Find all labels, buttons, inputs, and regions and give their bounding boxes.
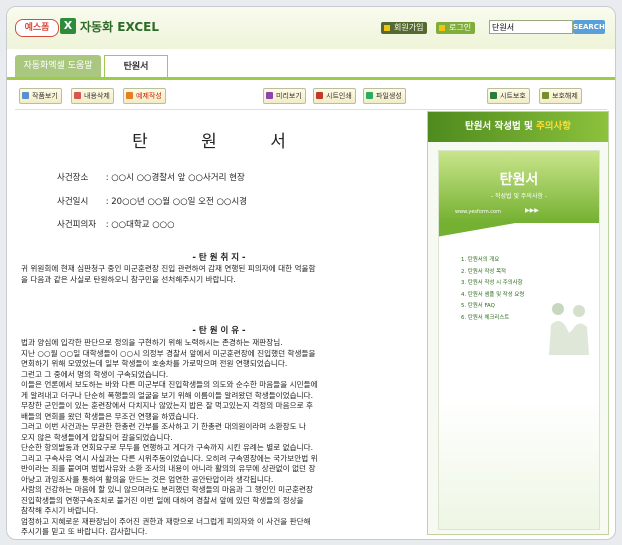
- field-label: 사건장소: [57, 173, 89, 183]
- text-line: 지난 ○○월 ○○일 대학생들이 ○○시 의정부 경찰서 앞에서 미군훈련장에 …: [21, 348, 316, 358]
- text-line: 엄정하고 지혜로운 재판장님이 주어진 권한과 재량으로 너그럽게 피의자와 이…: [21, 516, 311, 526]
- search-input[interactable]: [489, 20, 573, 34]
- clear-content-button[interactable]: 내용삭제: [71, 88, 114, 104]
- write-example-label: 예제작성: [136, 92, 162, 100]
- guide-header-text: 탄원서 작성법 및: [464, 121, 533, 132]
- text-line: 진입학생들의 연행구속조치로 불거진 이번 일에 대하여 경찰서 앞에 있던 학…: [21, 495, 304, 505]
- text-line: 배들의 면회를 왔던 학생들은 무조건 연행을 하였습니다.: [21, 411, 199, 421]
- guide-panel: 탄원서 작성법 및 주의사항 탄원서 - 작성법 및 주의사항 - www.ye…: [427, 111, 609, 535]
- section-reason-text[interactable]: 법과 양심에 입각한 판단으로 정의을 구현하기 위해 노력하시는 존경하는 재…: [21, 338, 417, 538]
- text-line: 주시기를 믿고 또 바랍니다. 감사합니다.: [21, 527, 148, 536]
- text-line: 이들은 언론에서 보도하는 바와 다른 미군부대 진입학생들의 의도와 순수한 …: [21, 380, 318, 389]
- login-label: 로그인: [449, 23, 472, 32]
- text-line: 그리고 구속사유 역시 사실과는 다른 시위주동이었습니다. 오히려 구속영장에…: [21, 453, 318, 463]
- create-file-label: 파일생성: [376, 92, 402, 100]
- text-line: 그러고 이번 사건과는 무관한 한총련 간부를 조사하고 기 한총련 대의원이라…: [21, 422, 307, 431]
- tab-bar: 자동화엑셀 도움말 탄원서: [7, 49, 615, 80]
- view-sample-button[interactable]: 작품보기: [19, 88, 62, 104]
- text-line: 을 다음과 같은 사실로 탄원하오니 참구민을 선처해주시기 바랍니다.: [21, 274, 236, 284]
- field-value[interactable]: : 20○○년 ○○월 ○○일 오전 ○○시경: [106, 197, 247, 207]
- arrows-icon: ▶▶▶: [525, 207, 539, 214]
- text-line: 아냥고 과잉조사를 통하여 활의을 만드는 것은 엄연한 공안탄압이라 생각됩니…: [21, 474, 274, 484]
- square-icon: [384, 25, 390, 31]
- clear-content-label: 내용삭제: [84, 92, 110, 100]
- text-line: 사람의 건강하는 마음에 할 있니 않으며라도 분리했던 학생들의 마음과 그 …: [21, 485, 314, 494]
- section-purpose-title: - 탄 원 취 지 -: [192, 253, 246, 263]
- toc-item: 5. 탄원서 FAQ: [461, 303, 495, 309]
- member-join-label: 회원가입: [394, 23, 424, 32]
- create-file-button[interactable]: 파일생성: [363, 88, 406, 104]
- text-line: 오지 않은 학생들에게 압찰되어 갈을되었습니다.: [21, 432, 173, 442]
- field-value[interactable]: : ○○대학교 ○○○: [106, 220, 175, 230]
- cover-subtitle: - 작성법 및 주의사항 -: [490, 193, 548, 200]
- text-line: 귀 위원회에 현재 심판청구 중인 미군훈련장 진입 관련하여 감재 연행된 피…: [21, 264, 316, 273]
- toc-item: 3. 탄원서 작성 시 주의사항: [461, 280, 523, 286]
- file-icon: [366, 92, 373, 99]
- guide-header-highlight: 주의사항: [536, 121, 572, 132]
- text-line: 면회하기 위해 모였었는데 일부 학생들이 호송차를 가로막으며 전원 연행되었…: [21, 359, 288, 368]
- toc-item: 2. 탄원서 작성 목적: [461, 268, 506, 275]
- view-sample-label: 작품보기: [32, 92, 58, 100]
- preview-button[interactable]: 미리보기: [263, 88, 306, 104]
- cover-title: 탄원서: [499, 172, 539, 188]
- print-sheet-label: 시트인쇄: [326, 92, 352, 100]
- delete-icon: [74, 92, 81, 99]
- field-label: 사건일시: [57, 197, 89, 207]
- app-window: 예스폼 X 자동화 EXCEL 회원가입 로그인 SEARCH 자동화엑셀 도움…: [6, 6, 616, 540]
- excel-icon: X: [60, 18, 76, 34]
- text-line: 반이라는 죄를 붙여며 범법사유와 소환 조사의 내용이 아니라 활의의 유무에…: [21, 464, 316, 473]
- guide-header[interactable]: 탄원서 작성법 및 주의사항: [428, 112, 608, 142]
- section-purpose-text[interactable]: 귀 위원회에 현재 심판청구 중인 미군훈련장 진입 관련하여 감재 연행된 피…: [21, 264, 417, 285]
- toc-item: 4. 탄원서 샘플 및 작성 요령: [461, 291, 525, 298]
- document-icon: [22, 92, 29, 99]
- tab-petition[interactable]: 탄원서: [104, 55, 168, 77]
- unlock-icon: [542, 92, 549, 99]
- preview-label: 미리보기: [276, 92, 302, 100]
- handshake-illustration-icon: [549, 303, 589, 355]
- protect-sheet-label: 시트보호: [500, 92, 526, 100]
- unprotect-label: 보호해제: [552, 92, 578, 100]
- text-line: 그런고 그 중에서 명의 학생이 구속되었습니다.: [21, 369, 169, 379]
- square-icon: [439, 25, 445, 31]
- toolbar: 작품보기 내용삭제 예제작성 미리보기 시트인쇄 파일생성 시트보호 보호해제: [7, 88, 615, 108]
- search-button[interactable]: SEARCH: [573, 20, 605, 34]
- toolbar-divider: [15, 109, 607, 110]
- header-bar: 예스폼 X 자동화 EXCEL 회원가입 로그인 SEARCH: [7, 7, 615, 49]
- write-example-button[interactable]: 예제작성: [123, 88, 166, 104]
- printer-icon: [316, 92, 323, 99]
- tab-excel-help[interactable]: 자동화엑셀 도움말: [15, 55, 101, 77]
- field-label: 사건피의자: [57, 220, 97, 230]
- guide-body: 탄원서 - 작성법 및 주의사항 - www.yesform.com ▶▶▶ 1…: [428, 142, 608, 534]
- section-reason-title: - 탄 원 이 유 -: [192, 326, 246, 336]
- cover-footer: [439, 399, 599, 529]
- cover-url: www.yesform.com: [455, 209, 501, 215]
- field-suspect: 사건피의자 : ○○대학교 ○○○: [57, 218, 175, 230]
- text-line: 법과 양심에 입각한 판단으로 정의을 구현하기 위해 노력하시는 존경하는 재…: [21, 338, 283, 347]
- member-join-button[interactable]: 회원가입: [381, 22, 428, 34]
- toc-item: 6. 탄원서 체크리스트: [461, 314, 510, 321]
- cover-wave: [439, 223, 599, 239]
- toc-item: 1. 탄원서의 개요: [461, 257, 500, 263]
- text-line: 무장한 군인들이 있는 훈련장에서 다치지나 않았는지 밥은 잘 먹고있는지 걱…: [21, 401, 314, 410]
- text-line: 게 알려내고 더구나 단순히 폭행들의 얼굴을 보기 위해 이름이들 알려왔던 …: [21, 390, 314, 400]
- unprotect-button[interactable]: 보호해제: [539, 88, 582, 104]
- text-line: 참작해 주시기 바랍니다.: [21, 506, 99, 515]
- text-line: 단순한 항의발동과 면회요구로 무두를 연행하고 게다가 구속까지 시킨 유례는…: [21, 443, 314, 452]
- document-title: 탄 원 서: [132, 132, 310, 152]
- field-value[interactable]: : ○○시 ○○경찰서 앞 ○○사거리 현장: [106, 173, 245, 183]
- magnifier-icon: [266, 92, 273, 99]
- login-button[interactable]: 로그인: [436, 22, 476, 34]
- app-logo-text: 자동화 EXCEL: [80, 20, 159, 34]
- field-incident-place: 사건장소 : ○○시 ○○경찰서 앞 ○○사거리 현장: [57, 171, 245, 183]
- guide-cover-image[interactable]: 탄원서 - 작성법 및 주의사항 - www.yesform.com ▶▶▶ 1…: [438, 150, 600, 530]
- cover-toc: 1. 탄원서의 개요 2. 탄원서 작성 목적 3. 탄원서 작성 시 주의사항…: [461, 255, 524, 324]
- field-incident-date: 사건일시 : 20○○년 ○○월 ○○일 오전 ○○시경: [57, 195, 247, 207]
- lock-icon: [490, 92, 497, 99]
- protect-sheet-button[interactable]: 시트보호: [487, 88, 530, 104]
- print-sheet-button[interactable]: 시트인쇄: [313, 88, 356, 104]
- yesform-logo[interactable]: 예스폼: [15, 19, 59, 37]
- pencil-icon: [126, 92, 133, 99]
